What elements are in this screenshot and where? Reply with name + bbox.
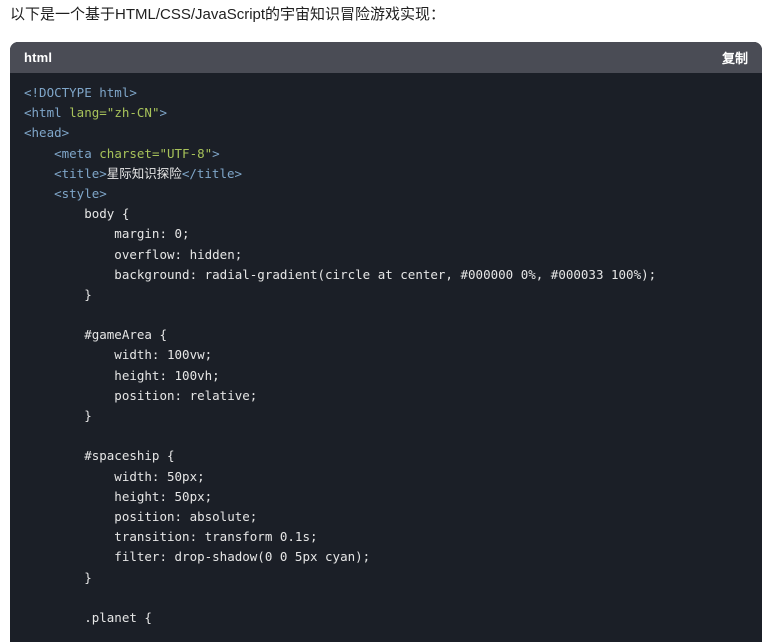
code-line: position: absolute; <box>24 507 762 527</box>
code-line: margin: 0; <box>24 224 762 244</box>
code-token: margin: 0; <box>24 226 190 242</box>
code-token: > <box>159 105 168 121</box>
code-token: } <box>24 408 92 423</box>
code-token: <html <box>24 105 70 121</box>
code-token: width: 50px; <box>24 468 205 484</box>
code-line: } <box>24 568 762 588</box>
code-line: width: 50px; <box>24 467 762 487</box>
code-line: #spaceship { <box>24 446 762 466</box>
code-language-label: html <box>24 50 53 65</box>
code-line: <style> <box>24 184 762 204</box>
code-token: body { <box>24 206 130 222</box>
code-line: height: 50px; <box>24 487 762 507</box>
code-token: charset= <box>99 145 160 161</box>
code-token: </title> <box>181 165 243 181</box>
code-token: .planet { <box>24 609 152 625</box>
code-token: 星际知识探险 <box>106 165 182 181</box>
code-token: <head> <box>24 125 70 141</box>
code-line: overflow: hidden; <box>24 245 762 265</box>
code-line: <!DOCTYPE html> <box>24 83 762 103</box>
code-block-header: html 复制 <box>10 42 762 73</box>
code-line: height: 100vh; <box>24 366 762 386</box>
code-line: transition: transform 0.1s; <box>24 527 762 547</box>
code-token: <title> <box>54 165 107 181</box>
code-content: <!DOCTYPE html> <html lang="zh-CN"> <head>… <box>10 73 762 628</box>
code-line: <title>星际知识探险</title> <box>24 164 762 184</box>
code-token: background: radial-gradient(circle at ce… <box>24 266 657 282</box>
code-token: } <box>24 286 92 302</box>
code-token: filter: drop-shadow(0 0 5px cyan); <box>24 549 371 565</box>
code-token: overflow: hidden; <box>24 246 243 262</box>
code-token: <style> <box>54 185 107 201</box>
code-line: <head> <box>24 123 762 143</box>
code-token: > <box>212 145 220 161</box>
code-line: .planet { <box>24 608 762 628</box>
code-line: body { <box>24 204 762 224</box>
code-line: } <box>24 285 762 305</box>
code-line: <html lang="zh-CN"> <box>24 103 762 123</box>
code-token: #spaceship { <box>24 448 175 464</box>
intro-text: 以下是一个基于HTML/CSS/JavaScript的宇宙知识冒险游戏实现： <box>10 6 446 23</box>
code-token: #gameArea { <box>24 327 167 343</box>
code-line: <meta charset="UTF-8"> <box>24 144 762 164</box>
code-token: "UTF-8" <box>159 145 213 161</box>
code-line: position: relative; <box>24 386 762 406</box>
code-line: filter: drop-shadow(0 0 5px cyan); <box>24 547 762 567</box>
code-token: position: relative; <box>24 387 258 403</box>
code-token: height: 100vh; <box>24 367 220 383</box>
code-token: <!DOCTYPE html> <box>24 85 137 100</box>
code-line: #gameArea { <box>24 325 762 345</box>
code-line: width: 100vw; <box>24 345 762 365</box>
code-line: } <box>24 406 762 426</box>
code-token: transition: transform 0.1s; <box>24 529 318 545</box>
code-token: width: 100vw; <box>24 347 213 363</box>
code-token: <meta <box>54 145 100 161</box>
code-token: height: 50px; <box>24 488 213 504</box>
code-token: lang= <box>69 105 107 121</box>
code-token: "zh-CN" <box>106 105 160 121</box>
code-line: background: radial-gradient(circle at ce… <box>24 265 762 285</box>
copy-button[interactable]: 复制 <box>722 46 748 69</box>
code-token: position: absolute; <box>24 508 258 524</box>
code-token: } <box>24 569 92 585</box>
code-block: html 复制 <!DOCTYPE html> <html lang="zh-CN… <box>10 42 762 642</box>
